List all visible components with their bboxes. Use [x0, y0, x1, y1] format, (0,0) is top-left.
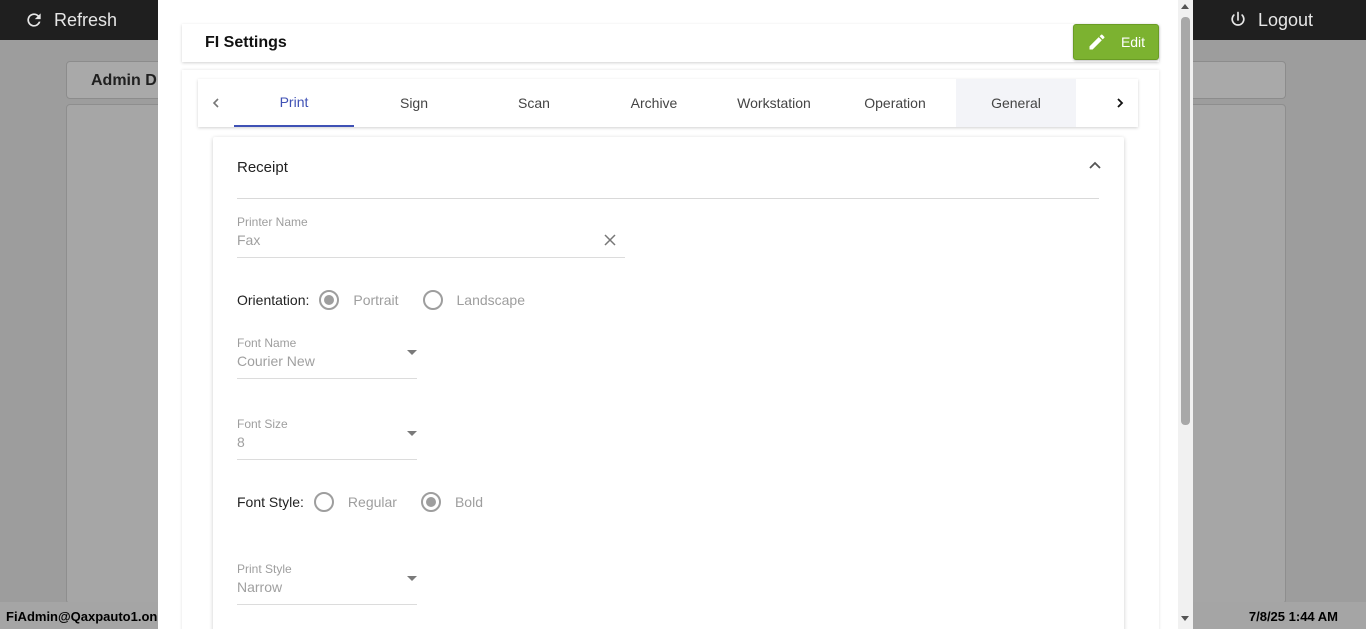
edit-label: Edit: [1120, 34, 1146, 50]
receipt-title: Receipt: [237, 159, 288, 176]
bold-radio[interactable]: [420, 492, 441, 512]
panel-divider: [237, 198, 1099, 199]
print-style-label: Print Style: [237, 562, 292, 576]
print-style-underline: [237, 604, 417, 605]
settings-dialog: FI Settings Edit Print Sign Scan Archive…: [158, 0, 1193, 629]
landscape-label: Landscape: [456, 292, 526, 308]
print-style-value: Narrow: [237, 579, 283, 595]
tabs-card: Print Sign Scan Archive Workstation Oper…: [182, 70, 1159, 629]
admin-title: Admin D: [91, 72, 157, 89]
chevron-left-icon: [212, 98, 219, 108]
chevron-right-icon: [1117, 98, 1124, 108]
pencil-icon: [1089, 34, 1105, 50]
refresh-icon: [27, 13, 41, 27]
receipt-panel: Receipt Printer Name Fax Orientation: Po…: [213, 137, 1124, 629]
font-size-select[interactable]: Font Size 8: [237, 417, 417, 460]
chevron-up-icon[interactable]: [1087, 157, 1103, 173]
printer-name-label: Printer Name: [237, 215, 308, 229]
scroll-thumb[interactable]: [1181, 17, 1190, 425]
refresh-button[interactable]: Refresh: [24, 0, 117, 40]
font-size-value: 8: [237, 434, 245, 450]
font-size-underline: [237, 459, 417, 460]
font-name-select[interactable]: Font Name Courier New: [237, 336, 417, 379]
tab-sign[interactable]: Sign: [354, 79, 474, 127]
tab-workstation[interactable]: Workstation: [714, 79, 834, 127]
font-name-underline: [237, 378, 417, 379]
tab-scroll-left[interactable]: [198, 79, 234, 127]
dropdown-arrow-icon: [407, 576, 417, 581]
font-name-label: Font Name: [237, 336, 297, 350]
tab-scan[interactable]: Scan: [474, 79, 594, 127]
orientation-group: Orientation: Portrait Landscape: [237, 290, 549, 310]
dialog-title: FI Settings: [205, 34, 287, 51]
regular-radio[interactable]: [313, 492, 334, 512]
portrait-label: Portrait: [353, 292, 399, 308]
status-time: 7/8/25 1:44 AM: [1248, 609, 1338, 624]
print-style-select[interactable]: Print Style Narrow: [237, 562, 417, 605]
dialog-header: FI Settings Edit: [182, 24, 1159, 62]
bold-label: Bold: [454, 494, 483, 510]
printer-name-underline: [237, 257, 625, 258]
refresh-label: Refresh: [54, 9, 118, 30]
edit-button[interactable]: Edit: [1073, 24, 1159, 60]
dropdown-arrow-icon: [407, 350, 417, 355]
tab-operation[interactable]: Operation: [835, 79, 955, 127]
regular-label: Regular: [347, 494, 397, 510]
power-icon: [1231, 11, 1245, 26]
font-size-label: Font Size: [237, 417, 288, 431]
scroll-down-icon[interactable]: [1181, 616, 1189, 621]
tab-archive[interactable]: Archive: [594, 79, 714, 127]
close-icon[interactable]: [603, 233, 617, 247]
scroll-up-icon[interactable]: [1181, 4, 1189, 9]
landscape-radio[interactable]: [422, 290, 443, 310]
dropdown-arrow-icon: [407, 431, 417, 436]
logout-button[interactable]: Logout: [1228, 0, 1313, 40]
tab-scroll-right[interactable]: [1102, 79, 1138, 127]
font-style-label: Font Style:: [237, 494, 304, 510]
logout-label: Logout: [1258, 9, 1314, 30]
font-name-value: Courier New: [237, 353, 315, 369]
orientation-label: Orientation:: [237, 292, 310, 308]
tab-bar: Print Sign Scan Archive Workstation Oper…: [198, 79, 1138, 127]
printer-name-value: Fax: [237, 232, 261, 248]
tab-print[interactable]: Print: [234, 79, 354, 127]
status-user: FiAdmin@Qaxpauto1.onr: [6, 609, 163, 624]
font-style-group: Font Style: Regular Bold: [237, 492, 507, 512]
dialog-scrollbar[interactable]: [1178, 0, 1193, 629]
portrait-radio[interactable]: [319, 290, 340, 310]
printer-name-field[interactable]: Printer Name Fax: [237, 215, 625, 258]
tab-general[interactable]: General: [956, 79, 1076, 127]
